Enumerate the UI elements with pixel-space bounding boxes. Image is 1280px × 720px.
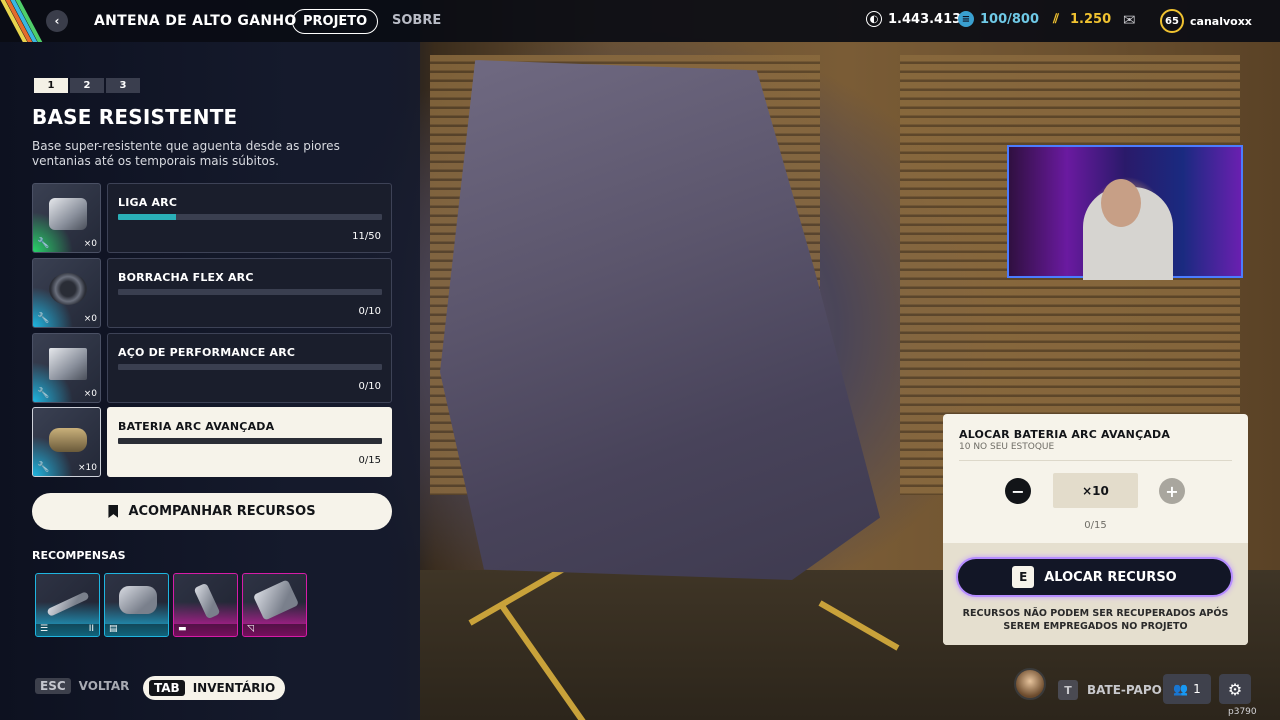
allocate-resource-button[interactable]: E ALOCAR RECURSO: [956, 557, 1233, 597]
user-profile[interactable]: 65 canalvoxx: [1160, 9, 1252, 33]
progress-bar: [118, 289, 382, 295]
reward-item[interactable]: ◹: [242, 573, 307, 637]
resource-card[interactable]: AÇO DE PERFORMANCE ARC 0/10: [107, 333, 392, 403]
resource-thumbnail: 🔧 ×0: [32, 183, 101, 253]
quantity-stepper[interactable]: ×10: [1053, 473, 1138, 508]
wrench-icon: 🔧: [37, 462, 50, 473]
rubber-ring-icon: [49, 273, 87, 305]
reward-item[interactable]: ▤: [104, 573, 169, 637]
resource-row[interactable]: 🔧 ×0 BORRACHA FLEX ARC 0/10: [32, 258, 392, 328]
users-icon: 👥: [1173, 682, 1189, 696]
top-bar: ‹ ANTENA DE ALTO GANHO PROJETO SOBRE ◐ 1…: [0, 0, 1280, 42]
page-tab-1[interactable]: 1: [34, 78, 68, 93]
progress-bar: [118, 364, 382, 370]
resource-thumbnail: 🔧 ×0: [32, 258, 101, 328]
wrench-icon: 🔧: [37, 388, 50, 399]
avatar[interactable]: [1014, 668, 1046, 700]
esc-key: ESC: [35, 678, 71, 694]
tab-projeto[interactable]: PROJETO: [292, 9, 379, 34]
allocate-panel: ALOCAR BATERIA ARC AVANÇADA 10 NO SEU ES…: [943, 414, 1248, 645]
bookmark-icon: [108, 505, 119, 518]
resource-card[interactable]: LIGA ARC 11/50: [107, 183, 392, 253]
blueprint-icon: ▤: [109, 624, 118, 634]
logo-stripes-icon: [0, 0, 44, 42]
increase-button[interactable]: +: [1159, 478, 1185, 504]
stock-count: 10 NO SEU ESTOQUE: [959, 442, 1055, 452]
progress-bar: [118, 438, 382, 444]
mail-icon[interactable]: ✉: [1123, 11, 1136, 29]
webcam-overlay: [1007, 145, 1243, 280]
wrench-icon: 🔧: [37, 238, 50, 249]
resource-row[interactable]: 🔧 ×0 LIGA ARC 11/50: [32, 183, 392, 253]
alloy-icon: [49, 198, 87, 230]
chat-button[interactable]: BATE-PAPO: [1087, 683, 1162, 697]
allocate-progress: 0/15: [1084, 520, 1107, 531]
list-icon: ☰: [40, 624, 49, 634]
hook-icon: ◹: [247, 624, 254, 634]
settings-button[interactable]: ⚙: [1219, 674, 1251, 704]
page-title: ANTENA DE ALTO GANHO: [94, 13, 297, 29]
resource-row[interactable]: 🔧 ×0 AÇO DE PERFORMANCE ARC 0/10: [32, 333, 392, 403]
back-button[interactable]: ‹: [46, 10, 68, 32]
dash-icon: ▬: [178, 624, 187, 634]
currency-stat: ◐ 1.443.413: [866, 11, 961, 27]
tab-sobre[interactable]: SOBRE: [392, 13, 441, 28]
page-tabs: 1 2 3: [34, 78, 140, 93]
battery-icon: [49, 428, 87, 452]
resource-thumbnail: 🔧 ×0: [32, 333, 101, 403]
tokens-icon: ⫽: [1053, 11, 1059, 27]
storage-icon: ≡: [958, 11, 974, 27]
inventory-action[interactable]: TAB INVENTÁRIO: [143, 676, 286, 700]
level-badge: 65: [1160, 9, 1184, 33]
gear-part-icon: [119, 586, 157, 614]
e-key: E: [1012, 566, 1035, 588]
track-resources-button[interactable]: ACOMPANHAR RECURSOS: [32, 493, 392, 530]
username: canalvoxx: [1190, 14, 1252, 28]
rewards-label: RECOMPENSAS: [32, 549, 126, 562]
tokens-stat: ⫽ 1.250: [1048, 11, 1111, 27]
resource-card[interactable]: BORRACHA FLEX ARC 0/10: [107, 258, 392, 328]
back-action[interactable]: ESC VOLTAR: [35, 678, 129, 694]
steel-block-icon: [49, 348, 87, 380]
decrease-button[interactable]: −: [1005, 478, 1031, 504]
t-key: T: [1058, 680, 1078, 700]
friends-button[interactable]: 👥 1: [1163, 674, 1211, 704]
allocate-warning: RECURSOS NÃO PODEM SER RECUPERADOS APÓS …: [962, 608, 1229, 632]
wrench-icon: 🔧: [37, 313, 50, 324]
section-description: Base super-resistente que aguenta desde …: [32, 139, 340, 168]
chevron-left-icon: ‹: [54, 14, 60, 28]
tab-key: TAB: [149, 680, 185, 696]
build-id: p3790: [1228, 707, 1257, 717]
resource-row[interactable]: 🔧 ×10 BATERIA ARC AVANÇADA 0/15: [32, 407, 392, 477]
page-tab-2[interactable]: 2: [70, 78, 104, 93]
allocate-title: ALOCAR BATERIA ARC AVANÇADA: [959, 428, 1171, 441]
reward-item[interactable]: ▬: [173, 573, 238, 637]
reward-item[interactable]: ☰ II: [35, 573, 100, 637]
progress-bar: [118, 214, 382, 220]
capacity-stat: ≡ 100/800: [958, 11, 1039, 27]
resource-thumbnail: 🔧 ×10: [32, 407, 101, 477]
resource-card-selected[interactable]: BATERIA ARC AVANÇADA 0/15: [107, 407, 392, 477]
coin-icon: ◐: [866, 11, 882, 27]
section-title: BASE RESISTENTE: [32, 105, 238, 129]
page-tab-3[interactable]: 3: [106, 78, 140, 93]
gear-icon: ⚙: [1227, 679, 1243, 699]
